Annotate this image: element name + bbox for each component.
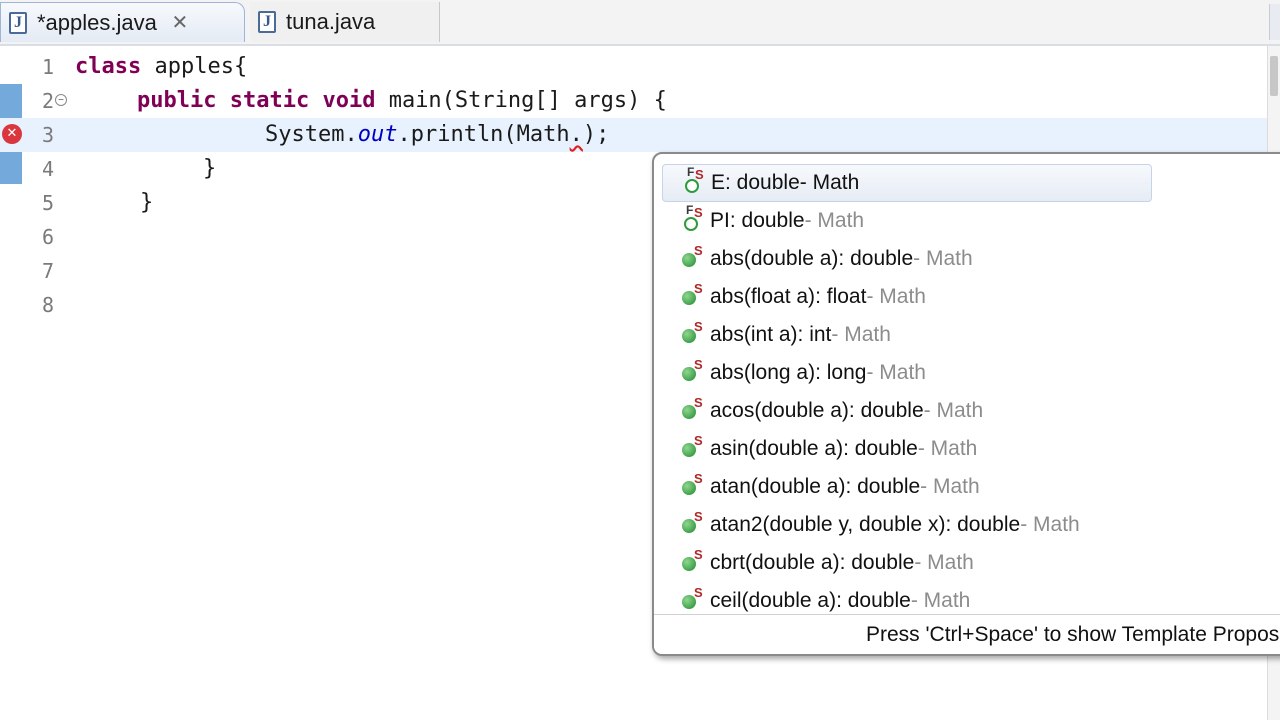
proposal-owner: - Math (923, 399, 984, 422)
proposal-name: ceil(double a) (710, 589, 837, 612)
public-static-method-icon: S (680, 471, 706, 499)
proposal-type: : double (838, 247, 914, 270)
proposal-type: : long (815, 361, 867, 384)
proposal-owner: - Math (920, 475, 980, 498)
proposal-item[interactable]: Sasin(double a) : double - Math (662, 430, 1280, 468)
public-static-method-icon: S (680, 319, 706, 347)
scrollbar-thumb[interactable] (1270, 56, 1278, 96)
proposal-item[interactable]: Sacos(double a) : double - Math (662, 392, 1280, 430)
proposal-name: asin(double a) (710, 437, 844, 460)
proposal-item[interactable]: Sabs(double a) : double - Math (662, 240, 1280, 278)
public-static-final-field-icon: SF (681, 165, 707, 195)
proposal-name: atan2(double y, double x) (710, 513, 946, 536)
proposal-type: : float (815, 285, 867, 308)
line-number: 3 (41, 123, 54, 147)
proposal-owner: - Math (831, 323, 891, 346)
proposal-name: cbrt(double a) (710, 551, 840, 574)
proposal-name: abs(float a) (710, 285, 816, 308)
proposal-owner: - Math (917, 437, 978, 460)
proposal-type: : double (945, 513, 1021, 536)
proposal-owner: - Math (910, 589, 971, 612)
proposal-name: abs(long a) (710, 361, 816, 384)
line-number: 2 (41, 89, 54, 113)
proposal-item[interactable]: Sabs(long a) : long - Math (662, 354, 1280, 392)
public-static-method-icon: S (680, 243, 706, 271)
tab-tuna-java[interactable]: J tuna.java (250, 2, 440, 42)
line-number: 1 (41, 55, 54, 79)
public-static-method-icon: S (680, 433, 706, 461)
proposal-owner: - Math (799, 171, 860, 194)
line-number: 5 (41, 191, 54, 215)
proposal-item[interactable]: Satan(double a) : double - Math (662, 468, 1280, 506)
line-number: 4 (41, 157, 54, 181)
content-assist-popup[interactable]: SFE : double - Math S F PI : double - Math S… (652, 152, 1280, 656)
proposal-name: abs(double a) (710, 247, 839, 270)
code-text: } (140, 190, 154, 215)
proposal-type: : double (839, 551, 915, 574)
public-static-method-icon: S (680, 585, 706, 613)
java-file-icon: J (9, 11, 27, 34)
proposal-item[interactable]: Sabs(float a) : float - Math (662, 278, 1280, 316)
proposal-owner: - Math (804, 209, 865, 232)
proposal-name: atan(double a) (710, 475, 846, 498)
proposal-item[interactable]: Satan2(double y, double x) : double - Ma… (662, 506, 1280, 544)
proposal-type: : int (797, 323, 832, 346)
proposal-type: : double (843, 437, 918, 460)
proposal-owner: - Math (866, 361, 926, 384)
code-line-current[interactable]: ✕ 3 System.out.println(Math.); (0, 118, 1280, 152)
proposal-owner: - Math (866, 285, 926, 308)
proposal-item[interactable]: S F PI : double - Math (662, 202, 1280, 240)
proposal-name: PI (710, 209, 730, 232)
proposal-item[interactable]: Sabs(int a) : int - Math (662, 316, 1280, 354)
proposal-type: : double (725, 171, 800, 194)
public-static-method-icon: S (680, 395, 706, 423)
tab-apples-java[interactable]: J *apples.java ✕ (0, 2, 245, 42)
proposal-type: : double (848, 399, 924, 422)
proposal-item[interactable]: SFE : double - Math (662, 164, 1152, 202)
java-file-icon: J (258, 11, 276, 33)
proposal-owner: - Math (913, 247, 973, 270)
proposal-owner: - Math (1020, 513, 1080, 536)
proposal-type: : double (845, 475, 921, 498)
code-text: System.out.println(Math.); (265, 122, 610, 147)
tab-label: *apples.java (37, 9, 157, 35)
code-line[interactable]: 1 class apples{ (0, 50, 1280, 84)
code-line[interactable]: 2 − public static void main(String[] arg… (0, 84, 1280, 118)
public-static-method-icon: S (680, 357, 706, 385)
fold-collapse-icon[interactable]: − (55, 94, 67, 106)
public-static-method-icon: S (680, 509, 706, 537)
line-number: 8 (41, 293, 54, 317)
proposal-item[interactable]: Scbrt(double a) : double - Math (662, 544, 1280, 582)
public-static-final-field-icon: SF (680, 203, 706, 233)
code-text: public static void main(String[] args) { (137, 88, 667, 113)
code-text: class apples{ (75, 54, 248, 79)
assist-status-hint: Press 'Ctrl+Space' to show Template Prop… (654, 614, 1280, 654)
error-icon[interactable]: ✕ (2, 124, 22, 144)
proposal-owner: - Math (914, 551, 974, 574)
proposal-type: : double (729, 209, 805, 232)
close-icon[interactable]: ✕ (169, 12, 191, 34)
code-text: } (203, 156, 217, 181)
line-number: 6 (41, 225, 54, 249)
editor-tab-bar: J *apples.java ✕ J tuna.java (0, 0, 1280, 46)
tab-bar-edge (1269, 4, 1280, 40)
public-static-method-icon: S (680, 547, 706, 575)
proposal-list[interactable]: SFE : double - Math S F PI : double - Math S… (662, 164, 1280, 620)
public-static-method-icon: S (680, 281, 706, 309)
line-number: 7 (41, 259, 54, 283)
proposal-name: acos(double a) (710, 399, 849, 422)
proposal-name: abs(int a) (710, 323, 798, 346)
tab-label: tuna.java (286, 9, 376, 34)
proposal-type: : double (836, 589, 911, 612)
proposal-name: E (711, 171, 726, 194)
